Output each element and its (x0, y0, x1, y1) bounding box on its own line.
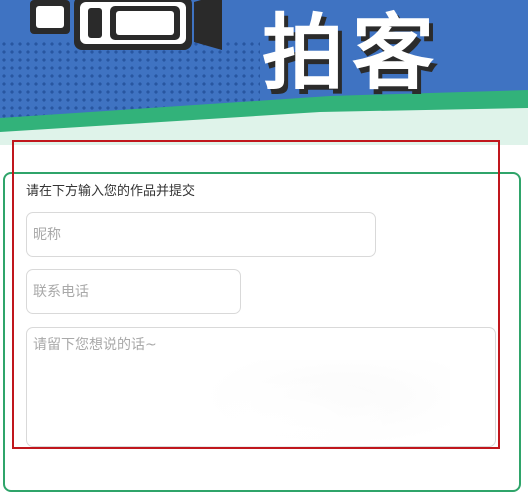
phone-input[interactable] (26, 269, 241, 314)
message-textarea[interactable] (26, 327, 496, 447)
page-title: 拍客 (262, 6, 443, 101)
header-banner: 拍客 (0, 0, 528, 145)
video-camera-icon (30, 0, 222, 50)
form-prompt: 请在下方输入您的作品并提交 (26, 184, 196, 199)
nickname-input[interactable] (26, 212, 376, 257)
